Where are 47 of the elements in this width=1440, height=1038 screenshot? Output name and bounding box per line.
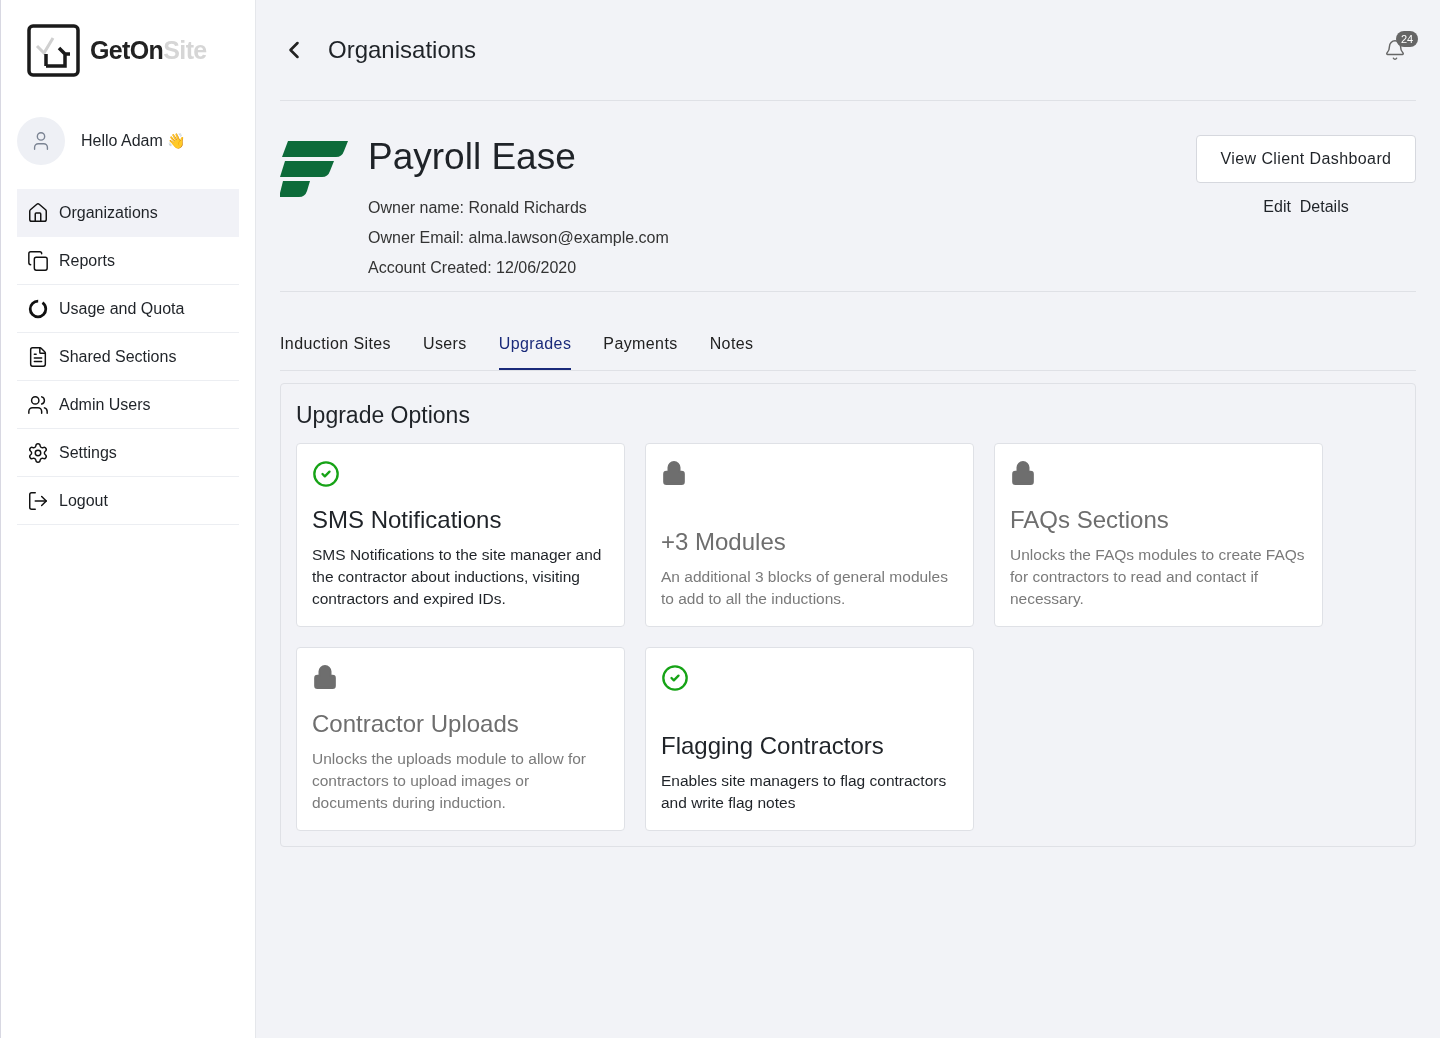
users-icon [27,393,49,416]
notification-count: 24 [1396,31,1419,47]
upgrade-card[interactable]: +3 Modules An additional 3 blocks of general modules to add to all the inductions. [645,442,974,627]
section-title: Upgrade Options [296,401,471,430]
waving-hand-icon: 👋 [166,129,186,153]
card-title: +3 Modules [661,526,787,557]
tab[interactable]: Payments [603,332,678,370]
detail-text: Account Created: 12/06/2020 [368,258,578,278]
upgrade-card[interactable]: FAQs Sections Unlocks the FAQs modules to create FAQs for contractors to read and contact if necessary. [994,442,1323,627]
check-circle-icon [312,459,340,488]
document-icon [27,345,49,368]
tab[interactable]: Induction Sites [280,332,391,370]
detail-text: Owner name: Ronald Richards [368,198,588,218]
view-dashboard-button[interactable]: View Client Dashboard [1196,135,1416,183]
house-icon [27,202,49,224]
page-title: Organisations [328,35,477,65]
card-description: Unlocks the uploads module to allow for contractors to upload images or documents during induction. [312,748,587,813]
sidebar-item[interactable]: Organizations [17,189,239,237]
edit-details-link[interactable]: Edit Details [1263,195,1349,219]
card-description: Enables site managers to flag contractors and write flag notes [661,770,948,813]
tab[interactable]: Upgrades [498,332,572,370]
tab[interactable]: Notes [709,332,754,370]
lock-icon [312,663,338,690]
lock-icon [1010,459,1036,486]
tab[interactable]: Users [422,332,467,370]
card-description: Unlocks the FAQs modules to create FAQs for contractors to read and contact if necessary. [1010,544,1306,609]
card-title: SMS Notifications [312,504,503,535]
folders-icon [27,249,49,272]
upgrade-card[interactable]: Contractor Uploads Unlocks the uploads module to allow for contractors to upload images or documents during induction. [296,646,625,831]
card-title: Contractor Uploads [312,708,520,739]
greeting-text: Hello Adam [81,131,163,151]
card-title: Flagging Contractors [661,730,885,761]
check-circle-icon [661,663,689,692]
upgrade-card[interactable]: Flagging Contractors Enables site managers to flag contractors and write flag notes [645,646,974,831]
ring-icon [27,297,49,320]
card-description: SMS Notifications to the site manager and the contractor about inductions, visiting contractors and expired IDs. [312,544,603,609]
card-title: FAQs Sections [1010,504,1170,535]
detail-text: Owner Email: alma.lawson@example.com [368,228,669,248]
logout-icon [27,489,49,512]
company-logo [280,139,348,199]
logo-icon [27,24,80,77]
organisation-name: Payroll Ease [368,135,577,179]
lock-icon [661,459,687,486]
upgrade-card[interactable]: SMS Notifications SMS Notifications to the site manager and the contractor about inductions, visiting contractors and expired IDs. [296,442,625,627]
settings-icon [27,441,49,464]
card-description: An additional 3 blocks of general modules to add to all the inductions. [661,566,949,609]
logo-text: GetOn [90,35,164,64]
